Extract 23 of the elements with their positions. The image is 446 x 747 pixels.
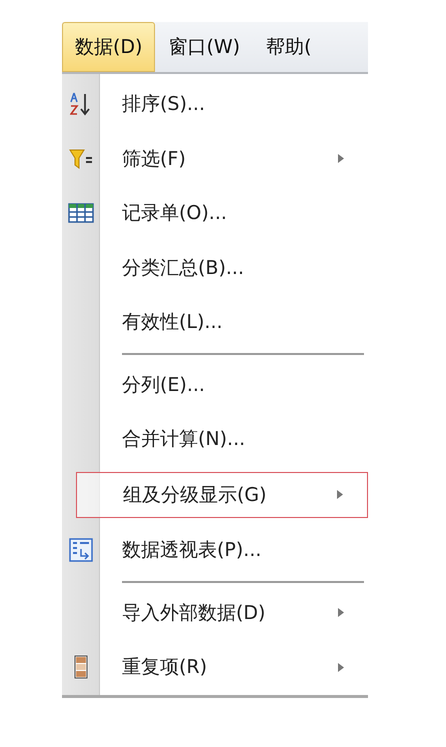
menu-item[interactable]: 有效性(L)... bbox=[62, 295, 368, 350]
menu-tab[interactable]: 窗口(W) bbox=[155, 22, 254, 72]
menu-item[interactable]: 重复项(R) bbox=[62, 640, 368, 694]
menu-tab[interactable]: 帮助( bbox=[253, 22, 325, 72]
menu-tab[interactable]: 数据(D) bbox=[62, 22, 156, 72]
sort-icon bbox=[70, 92, 92, 116]
submenu-arrow-icon bbox=[338, 608, 344, 618]
menu-item[interactable]: 筛选(F) bbox=[62, 132, 368, 186]
menu-item[interactable]: 记录单(O)... bbox=[62, 186, 368, 240]
menu-item[interactable]: 分类汇总(B)... bbox=[62, 240, 368, 295]
pivot-table-icon bbox=[69, 538, 93, 562]
submenu-arrow-icon bbox=[338, 662, 344, 672]
submenu-arrow-icon bbox=[337, 490, 343, 499]
menu-item[interactable]: 分列(E)... bbox=[62, 358, 368, 412]
menu-item[interactable]: 合并计算(N)... bbox=[62, 412, 368, 466]
menu-item[interactable]: 导入外部数据(D) bbox=[62, 586, 368, 640]
filter-icon bbox=[69, 148, 93, 170]
menu-item[interactable]: 排序(S)... bbox=[62, 77, 368, 132]
highlighted-menu-item[interactable]: 组及分级显示(G) bbox=[76, 472, 368, 518]
table-icon bbox=[68, 203, 94, 224]
list-icon bbox=[74, 655, 88, 680]
menu-item[interactable]: 数据透视表(P)... bbox=[62, 523, 368, 578]
submenu-arrow-icon bbox=[338, 154, 344, 164]
